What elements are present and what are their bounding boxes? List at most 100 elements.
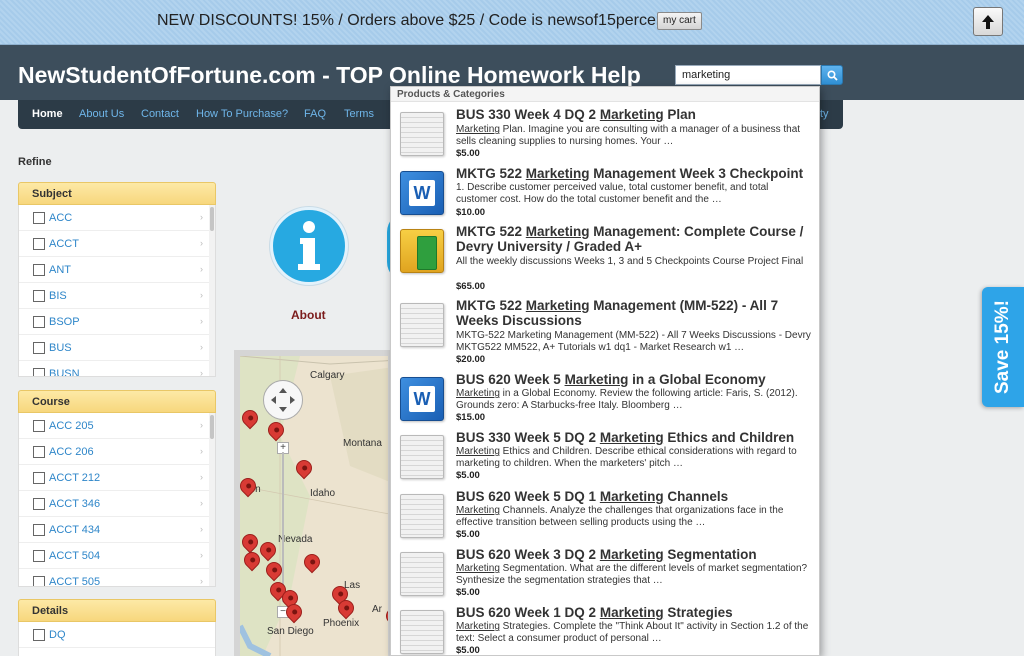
list-item[interactable]: ACCT 504 › (19, 543, 215, 569)
result-title[interactable]: MKTG 522 Marketing Management Week 3 Che… (456, 166, 816, 181)
arrow-up-icon (982, 14, 994, 29)
list-item[interactable]: ANT › (19, 257, 215, 283)
checkbox[interactable] (33, 446, 45, 458)
scrollbar-thumb[interactable] (210, 415, 214, 439)
result-title[interactable]: BUS 620 Week 5 Marketing in a Global Eco… (456, 372, 816, 387)
chevron-right-icon: › (200, 446, 203, 456)
result-title[interactable]: MKTG 522 Marketing Management (MM-522) -… (456, 298, 816, 328)
list-item[interactable]: ACCT 505 › (19, 569, 215, 586)
result-description: 1. Describe customer perceived value, to… (456, 182, 769, 205)
nav-item-partial[interactable]: ty (820, 108, 829, 120)
checkbox[interactable] (33, 472, 45, 484)
checkbox[interactable] (33, 342, 45, 354)
nav-contact[interactable]: Contact (141, 108, 179, 120)
result-title[interactable]: MKTG 522 Marketing Management: Complete … (456, 224, 816, 254)
scroll-top-button[interactable] (973, 7, 1003, 36)
list-item[interactable]: ACC 206 › (19, 439, 215, 465)
nav-faq[interactable]: FAQ (304, 108, 326, 120)
document-icon (400, 303, 444, 347)
result-description: Marketing Ethics and Children. Describe … (456, 446, 797, 469)
checkbox[interactable] (33, 550, 45, 562)
checkbox[interactable] (33, 238, 45, 250)
site-title[interactable]: NewStudentOfFortune.com - TOP Online Hom… (18, 62, 641, 89)
list-item[interactable]: ACCT › (19, 231, 215, 257)
dropdown-header: Products & Categories (391, 87, 819, 102)
chevron-right-icon: › (200, 524, 203, 534)
result-description: All the weekly discussions Weeks 1, 3 an… (456, 256, 804, 267)
search-button[interactable] (821, 65, 843, 85)
chevron-right-icon: › (200, 576, 203, 586)
result-title[interactable]: BUS 330 Week 4 DQ 2 Marketing Plan (456, 107, 816, 122)
folder-icon (400, 229, 444, 273)
result-price: $5.00 (456, 529, 480, 540)
course-panel-title[interactable]: Course (18, 390, 216, 413)
scrollbar[interactable] (209, 205, 215, 376)
map-label: Ar (372, 604, 382, 615)
result-price: $5.00 (456, 470, 480, 481)
map-label: Idaho (310, 488, 336, 499)
refine-heading: Refine (18, 156, 52, 168)
checkbox[interactable] (33, 368, 45, 376)
checkbox[interactable] (33, 524, 45, 536)
document-icon (400, 112, 444, 156)
scrollbar[interactable] (209, 413, 215, 586)
checkbox[interactable] (33, 629, 45, 641)
zoom-slider[interactable] (282, 452, 284, 602)
map-label: San Diego (267, 626, 314, 637)
checkbox[interactable] (33, 264, 45, 276)
checkbox[interactable] (33, 420, 45, 432)
list-item[interactable]: ACCT 434 › (19, 517, 215, 543)
chevron-right-icon: › (200, 238, 203, 248)
chevron-right-icon: › (200, 420, 203, 430)
chevron-right-icon: › (200, 290, 203, 300)
checkbox[interactable] (33, 290, 45, 302)
result-title[interactable]: BUS 620 Week 1 DQ 2 Marketing Strategies (456, 605, 816, 620)
chevron-right-icon: › (200, 368, 203, 377)
locations-map[interactable]: Calgary Montana Idaho gon Nevada Las San… (234, 350, 394, 656)
subject-panel-title[interactable]: Subject (18, 182, 216, 205)
map-label: Calgary (310, 370, 345, 381)
chevron-right-icon: › (200, 550, 203, 560)
result-title[interactable]: BUS 620 Week 3 DQ 2 Marketing Segmentati… (456, 547, 816, 562)
result-description: Marketing in a Global Economy. Review th… (456, 388, 798, 411)
list-item[interactable]: ACC 205 › (19, 413, 215, 439)
result-title[interactable]: BUS 330 Week 5 DQ 2 Marketing Ethics and… (456, 430, 816, 445)
about-info-button[interactable] (270, 207, 348, 285)
checkbox[interactable] (33, 316, 45, 328)
scrollbar-thumb[interactable] (210, 207, 214, 231)
list-item[interactable]: ACCT 346 › (19, 491, 215, 517)
nav-how-to-purchase[interactable]: How To Purchase? (196, 108, 288, 120)
list-item[interactable]: BIS › (19, 283, 215, 309)
checkbox[interactable] (33, 576, 45, 586)
my-cart-button[interactable]: my cart (657, 12, 702, 30)
course-list: ACC 205 › ACC 206 › ACCT 212 › ACCT 346 › AC… (18, 413, 216, 587)
chevron-right-icon: › (200, 472, 203, 482)
result-title[interactable]: BUS 620 Week 5 DQ 1 Marketing Channels (456, 489, 816, 504)
search-suggestions-dropdown: Products & Categories BUS 330 Week 4 DQ … (390, 86, 820, 656)
document-icon (400, 552, 444, 596)
list-item[interactable]: ACCT 212 › (19, 465, 215, 491)
checkbox[interactable] (33, 498, 45, 510)
list-item[interactable]: ACC › (19, 205, 215, 231)
search-input[interactable] (675, 65, 821, 85)
save-15-tab[interactable]: Save 15%! (982, 287, 1024, 407)
nav-about-us[interactable]: About Us (79, 108, 124, 120)
chevron-right-icon: › (200, 316, 203, 326)
details-panel: Details DQ (18, 599, 216, 656)
document-icon (400, 494, 444, 538)
chevron-right-icon: › (200, 342, 203, 352)
list-item[interactable]: BSOP › (19, 309, 215, 335)
document-icon (400, 610, 444, 654)
nav-terms[interactable]: Terms (344, 108, 374, 120)
checkbox[interactable] (33, 212, 45, 224)
result-price: $20.00 (456, 354, 486, 365)
list-item[interactable]: BUS › (19, 335, 215, 361)
about-label[interactable]: About (291, 308, 326, 322)
map-pan-control[interactable] (263, 380, 303, 420)
list-item[interactable]: BUSN › (19, 361, 215, 377)
details-panel-title[interactable]: Details (18, 599, 216, 622)
promo-text: NEW DISCOUNTS! 15% / Orders above $25 / … (157, 12, 670, 29)
list-item[interactable]: DQ (19, 622, 215, 648)
nav-home[interactable]: Home (32, 108, 63, 120)
chevron-right-icon: › (200, 264, 203, 274)
